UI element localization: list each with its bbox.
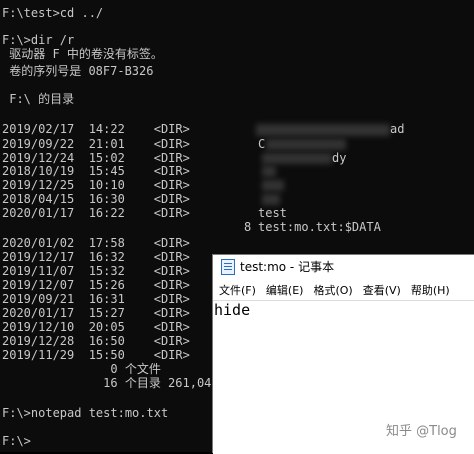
dir-entry: 2019/12/25 10:10 <DIR>	[2, 178, 190, 192]
notepad-menu-bar: 文件(F) 编辑(E) 格式(O) 查看(V) 帮助(H)	[213, 281, 474, 299]
dir-entry: 2019/11/29 15:50 <DIR>	[2, 348, 190, 362]
dir-entry: 2019/12/28 16:50 <DIR>	[2, 334, 190, 348]
redacted-filename	[262, 166, 276, 177]
redacted-filename	[262, 194, 280, 205]
console-line: F:\>dir /r	[2, 33, 75, 47]
stream-size: 8	[244, 220, 252, 234]
console-line: 驱动器 F 中的卷没有标签。	[2, 47, 163, 61]
console-line: 卷的序列号是 08F7-B326	[2, 64, 154, 78]
menu-format[interactable]: 格式(O)	[313, 282, 352, 298]
dir-entry: 2019/02/17 14:22 <DIR>	[2, 122, 190, 136]
menu-view[interactable]: 查看(V)	[363, 282, 401, 298]
notepad-content: hide	[214, 301, 251, 319]
dir-entry: 2019/09/21 16:31 <DIR>	[2, 292, 190, 306]
console-line: F:\test>cd ../	[2, 6, 104, 20]
dir-entry: 2019/12/07 15:26 <DIR>	[2, 278, 190, 292]
menu-file[interactable]: 文件(F)	[219, 282, 256, 298]
redacted-filename-prefix: C	[258, 137, 266, 151]
redacted-filename	[262, 153, 332, 164]
redacted-filename	[262, 180, 284, 191]
dir-entry: 2019/12/10 20:05 <DIR>	[2, 320, 190, 334]
file-name-test: test	[258, 206, 287, 220]
dir-entry: 2020/01/17 16:22 <DIR>	[2, 206, 190, 220]
dir-entry: 2019/09/22 21:01 <DIR>	[2, 137, 190, 151]
watermark: 知乎 @Tlog	[386, 424, 457, 439]
file-count-summary: 0 个文件	[2, 362, 161, 376]
redacted-filename	[266, 139, 346, 150]
dir-entry: 2020/01/02 17:58 <DIR>	[2, 236, 190, 250]
notepad-icon	[221, 258, 235, 275]
dir-entry: 2019/11/07 15:32 <DIR>	[2, 264, 190, 278]
redacted-filename-suffix: ad	[390, 122, 405, 136]
notepad-title: test:mo - 记事本	[240, 260, 335, 274]
dir-entry: 2018/04/15 16:30 <DIR>	[2, 192, 190, 206]
menu-help[interactable]: 帮助(H)	[411, 282, 450, 298]
redacted-filename	[256, 124, 390, 136]
menu-edit[interactable]: 编辑(E)	[266, 282, 304, 298]
redacted-filename-suffix: dy	[332, 151, 347, 165]
dir-entry: 2019/12/17 16:32 <DIR>	[2, 250, 190, 264]
console-line: F:\>notepad test:mo.txt	[2, 406, 169, 420]
command-prompt: F:\>	[2, 434, 31, 448]
alternate-data-stream-name: test:mo.txt:$DATA	[258, 220, 381, 234]
dir-entry: 2020/01/17 15:27 <DIR>	[2, 306, 190, 320]
notepad-title-bar[interactable]: test:mo - 记事本	[213, 255, 474, 278]
console-line: F:\ 的目录	[2, 92, 75, 106]
dir-count-summary: 16 个目录 261,04	[2, 376, 212, 390]
dir-entry: 2018/10/19 15:45 <DIR>	[2, 164, 190, 178]
